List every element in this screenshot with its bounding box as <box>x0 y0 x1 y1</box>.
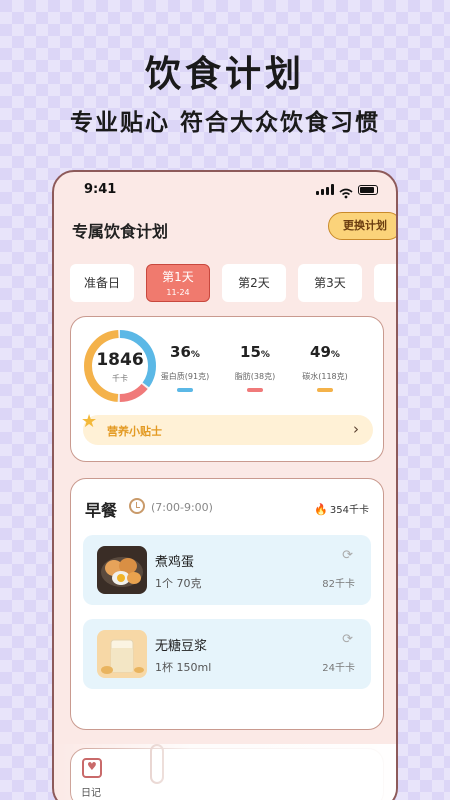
change-plan-button[interactable]: 更换计划 <box>328 212 396 240</box>
flame-icon: 🔥 <box>314 503 328 516</box>
boiled-egg-icon <box>97 546 147 594</box>
total-kcal-value: 1846 <box>96 350 144 370</box>
tab-day-4[interactable]: 第 <box>374 264 396 302</box>
macro-carbs: 49% 碳水(118克) <box>295 343 355 392</box>
tab-day-2[interactable]: 第2天 <box>222 264 286 302</box>
meal-kcal-total: 🔥 354千卡 <box>314 503 369 516</box>
bottom-area: 日记 <box>54 744 396 800</box>
macro-fat: 15% 脂肪(38克) <box>225 343 285 392</box>
macro-fat-label: 脂肪(38克) <box>234 372 276 381</box>
phone-frame: 9:41 专属饮食计划 更换计划 准备日 第1天 11-24 第2天 第3天 第… <box>52 170 398 800</box>
food-item[interactable]: 无糖豆浆 1杯 150ml 24千卡 ⟳ <box>83 619 371 689</box>
meal-title: 早餐 <box>85 501 118 520</box>
tab-day-1-label: 第1天 <box>162 270 194 284</box>
food-name: 煮鸡蛋 <box>155 555 195 570</box>
status-icons <box>316 184 378 199</box>
macro-protein-percent: 36% <box>170 343 200 361</box>
breakfast-card: 早餐 (7:00-9:00) 🔥354千卡 煮鸡蛋 1个 70克 82千卡 ⟳ <box>70 478 384 730</box>
macro-protein-label: 蛋白质(91克) <box>160 372 210 381</box>
status-time: 9:41 <box>84 182 117 197</box>
macro-protein: 36% 蛋白质(91克) <box>155 343 215 392</box>
soy-milk-icon <box>97 630 147 678</box>
promo-title: 饮食计划 <box>144 54 305 95</box>
food-kcal: 82千卡 <box>322 579 355 590</box>
nav-diary-label[interactable]: 日记 <box>81 784 101 799</box>
chevron-right-icon: › <box>353 420 359 438</box>
promo-subtitle: 专业贴心 符合大众饮食习惯 <box>69 110 380 136</box>
battery-icon <box>358 184 378 195</box>
meal-time-range: (7:00-9:00) <box>151 501 213 514</box>
status-bar: 9:41 <box>54 182 396 202</box>
tab-day-3[interactable]: 第3天 <box>298 264 362 302</box>
tab-day-1-date: 11-24 <box>166 288 190 297</box>
tab-prep-day[interactable]: 准备日 <box>70 264 134 302</box>
total-kcal-unit: 千卡 <box>112 374 128 383</box>
page-title: 专属饮食计划 <box>72 222 169 241</box>
nutrition-tips-label: 营养小贴士 <box>107 425 162 438</box>
food-name: 无糖豆浆 <box>155 639 208 654</box>
refresh-icon[interactable]: ⟳ <box>342 632 353 647</box>
signal-icon <box>316 184 334 195</box>
macro-carbs-bar <box>317 388 333 392</box>
wifi-icon <box>339 184 353 199</box>
macro-carbs-percent: 49% <box>310 343 340 361</box>
food-item[interactable]: 煮鸡蛋 1个 70克 82千卡 ⟳ <box>83 535 371 605</box>
day-tabs: 准备日 第1天 11-24 第2天 第3天 第 <box>70 264 396 302</box>
food-amount: 1杯 150ml <box>155 661 212 674</box>
macro-fat-percent: 15% <box>240 343 270 361</box>
clock-icon <box>129 498 145 514</box>
macro-protein-bar <box>177 388 193 392</box>
star-icon: ★ <box>81 411 98 432</box>
fade-overlay <box>54 744 396 800</box>
macro-carbs-label: 碳水(118克) <box>302 372 348 381</box>
refresh-icon[interactable]: ⟳ <box>342 548 353 563</box>
nutrition-tips-bar[interactable]: ★ 营养小贴士 › <box>81 411 373 445</box>
food-kcal: 24千卡 <box>322 663 355 674</box>
tab-day-1[interactable]: 第1天 11-24 <box>146 264 210 302</box>
nutrition-card: 1846 千卡 36% 蛋白质(91克) 15% 脂肪(38克) 49% 碳水(… <box>70 316 384 462</box>
food-amount: 1个 70克 <box>155 577 202 590</box>
macro-fat-bar <box>247 388 263 392</box>
diary-icon[interactable] <box>82 758 102 778</box>
